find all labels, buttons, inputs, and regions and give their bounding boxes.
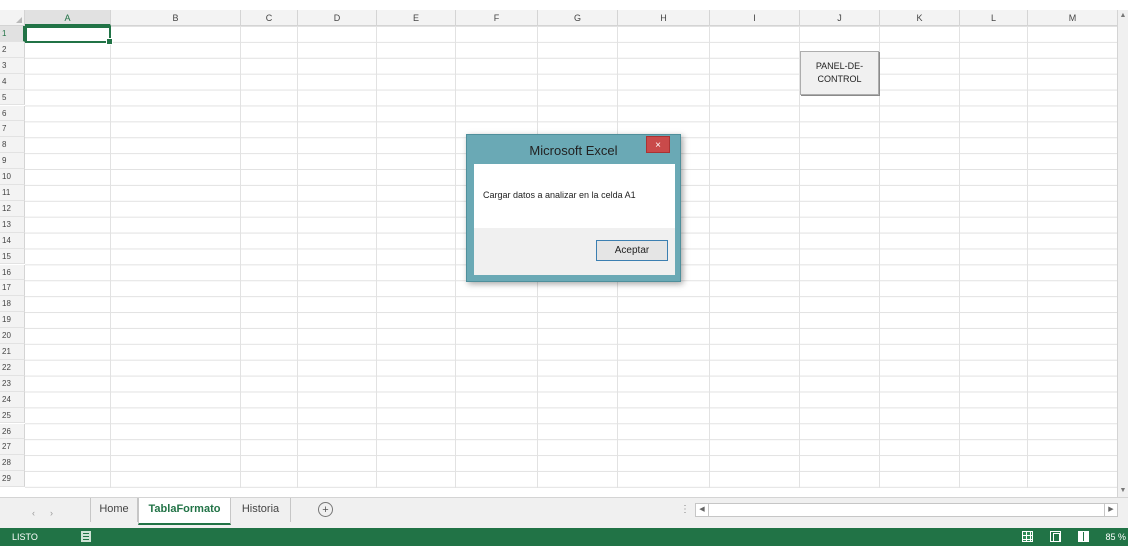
- status-text: LISTO: [12, 532, 38, 542]
- scroll-up-icon[interactable]: ▲: [1119, 12, 1127, 20]
- row-header-2[interactable]: 2: [0, 41, 25, 58]
- row-header-11[interactable]: 11: [0, 185, 25, 201]
- horizontal-scrollbar[interactable]: ◀ ▶: [695, 503, 1118, 517]
- row-header-14[interactable]: 14: [0, 232, 25, 249]
- row-header-12[interactable]: 12: [0, 200, 25, 217]
- row-header-5[interactable]: 5: [0, 89, 25, 106]
- row-header-20[interactable]: 20: [0, 328, 25, 344]
- status-bar: LISTO 85 %: [0, 528, 1128, 546]
- row-header-3[interactable]: 3: [0, 57, 25, 74]
- tab-scroll-right-icon[interactable]: ›: [50, 508, 53, 518]
- row-header-24[interactable]: 24: [0, 391, 25, 408]
- column-gridline: [297, 26, 298, 488]
- normal-view-icon[interactable]: [1022, 531, 1033, 542]
- column-header-c[interactable]: C: [241, 10, 298, 26]
- aceptar-button[interactable]: Aceptar: [596, 240, 668, 261]
- row-header-23[interactable]: 23: [0, 375, 25, 392]
- row-header-19[interactable]: 19: [0, 312, 25, 329]
- row-header-22[interactable]: 22: [0, 359, 25, 376]
- active-cell-a1[interactable]: [25, 26, 113, 45]
- column-header-k[interactable]: K: [880, 10, 960, 26]
- close-icon[interactable]: ×: [646, 136, 670, 153]
- column-header-g[interactable]: G: [538, 10, 618, 26]
- row-header-16[interactable]: 16: [0, 264, 25, 281]
- sheet-tab-bar: ‹ › Home TablaFormato Historia + ⋮ ◀ ▶: [0, 497, 1128, 528]
- row-header-17[interactable]: 17: [0, 280, 25, 297]
- row-header-28[interactable]: 28: [0, 455, 25, 472]
- tab-tablaformato[interactable]: TablaFormato: [138, 498, 231, 525]
- column-headers: ABCDEFGHIJKLM: [0, 10, 1118, 26]
- row-header-9[interactable]: 9: [0, 153, 25, 170]
- dialog-message: Cargar datos a analizar en la celda A1: [483, 190, 636, 200]
- row-header-18[interactable]: 18: [0, 296, 25, 313]
- row-header-15[interactable]: 15: [0, 248, 25, 265]
- panel-de-control-button[interactable]: PANEL-DE-CONTROL: [800, 51, 879, 95]
- column-gridline: [110, 26, 111, 488]
- row-header-7[interactable]: 7: [0, 121, 25, 138]
- column-header-j[interactable]: J: [800, 10, 880, 26]
- scroll-left-icon[interactable]: ◀: [696, 504, 709, 516]
- tab-home[interactable]: Home: [90, 498, 138, 522]
- column-header-h[interactable]: H: [618, 10, 710, 26]
- page-break-view-icon[interactable]: [1078, 531, 1089, 542]
- column-header-f[interactable]: F: [456, 10, 538, 26]
- macro-recording-icon[interactable]: [81, 531, 91, 542]
- row-header-25[interactable]: 25: [0, 407, 25, 424]
- column-gridline: [709, 26, 710, 488]
- column-header-d[interactable]: D: [298, 10, 377, 26]
- panel-de-control-label: PANEL-DE-CONTROL: [815, 61, 864, 84]
- worksheet[interactable]: ABCDEFGHIJKLM 1 2 3 4 5 6 7 8 9 10 11 12 13 14 15 16 17 1…: [0, 0, 1128, 497]
- dialog-body: Cargar datos a analizar en la celda A1 A…: [474, 164, 675, 275]
- row-header-26[interactable]: 26: [0, 423, 25, 440]
- scroll-down-icon[interactable]: ▼: [1119, 487, 1127, 495]
- row-header-27[interactable]: 27: [0, 439, 25, 456]
- vertical-scrollbar[interactable]: ▲ ▼: [1117, 10, 1128, 497]
- message-dialog: Microsoft Excel × Cargar datos a analiza…: [466, 134, 681, 282]
- page-layout-view-icon[interactable]: [1050, 531, 1061, 542]
- add-sheet-icon[interactable]: +: [318, 502, 333, 517]
- scroll-right-icon[interactable]: ▶: [1104, 504, 1117, 516]
- row-header-1[interactable]: 1: [0, 26, 25, 42]
- row-header-6[interactable]: 6: [0, 105, 25, 122]
- column-gridline: [240, 26, 241, 488]
- column-header-l[interactable]: L: [960, 10, 1028, 26]
- tab-historia[interactable]: Historia: [231, 498, 291, 522]
- column-header-i[interactable]: I: [710, 10, 800, 26]
- column-header-a[interactable]: A: [25, 10, 111, 26]
- row-header-10[interactable]: 10: [0, 169, 25, 185]
- tab-split-handle[interactable]: ⋮: [680, 504, 690, 515]
- column-gridline: [376, 26, 377, 488]
- row-header-4[interactable]: 4: [0, 73, 25, 90]
- tab-scroll-left-icon[interactable]: ‹: [32, 508, 35, 518]
- column-gridline: [1027, 26, 1028, 488]
- column-gridline: [799, 26, 800, 488]
- zoom-level[interactable]: 85 %: [1105, 532, 1126, 542]
- dialog-footer: Aceptar: [474, 228, 675, 275]
- column-header-m[interactable]: M: [1028, 10, 1118, 26]
- column-header-e[interactable]: E: [377, 10, 456, 26]
- column-gridline: [879, 26, 880, 488]
- row-header-29[interactable]: 29: [0, 471, 25, 488]
- row-header-13[interactable]: 13: [0, 216, 25, 233]
- column-gridline: [959, 26, 960, 488]
- column-gridline: [455, 26, 456, 488]
- column-header-b[interactable]: B: [111, 10, 241, 26]
- row-header-8[interactable]: 8: [0, 137, 25, 154]
- row-header-21[interactable]: 21: [0, 344, 25, 360]
